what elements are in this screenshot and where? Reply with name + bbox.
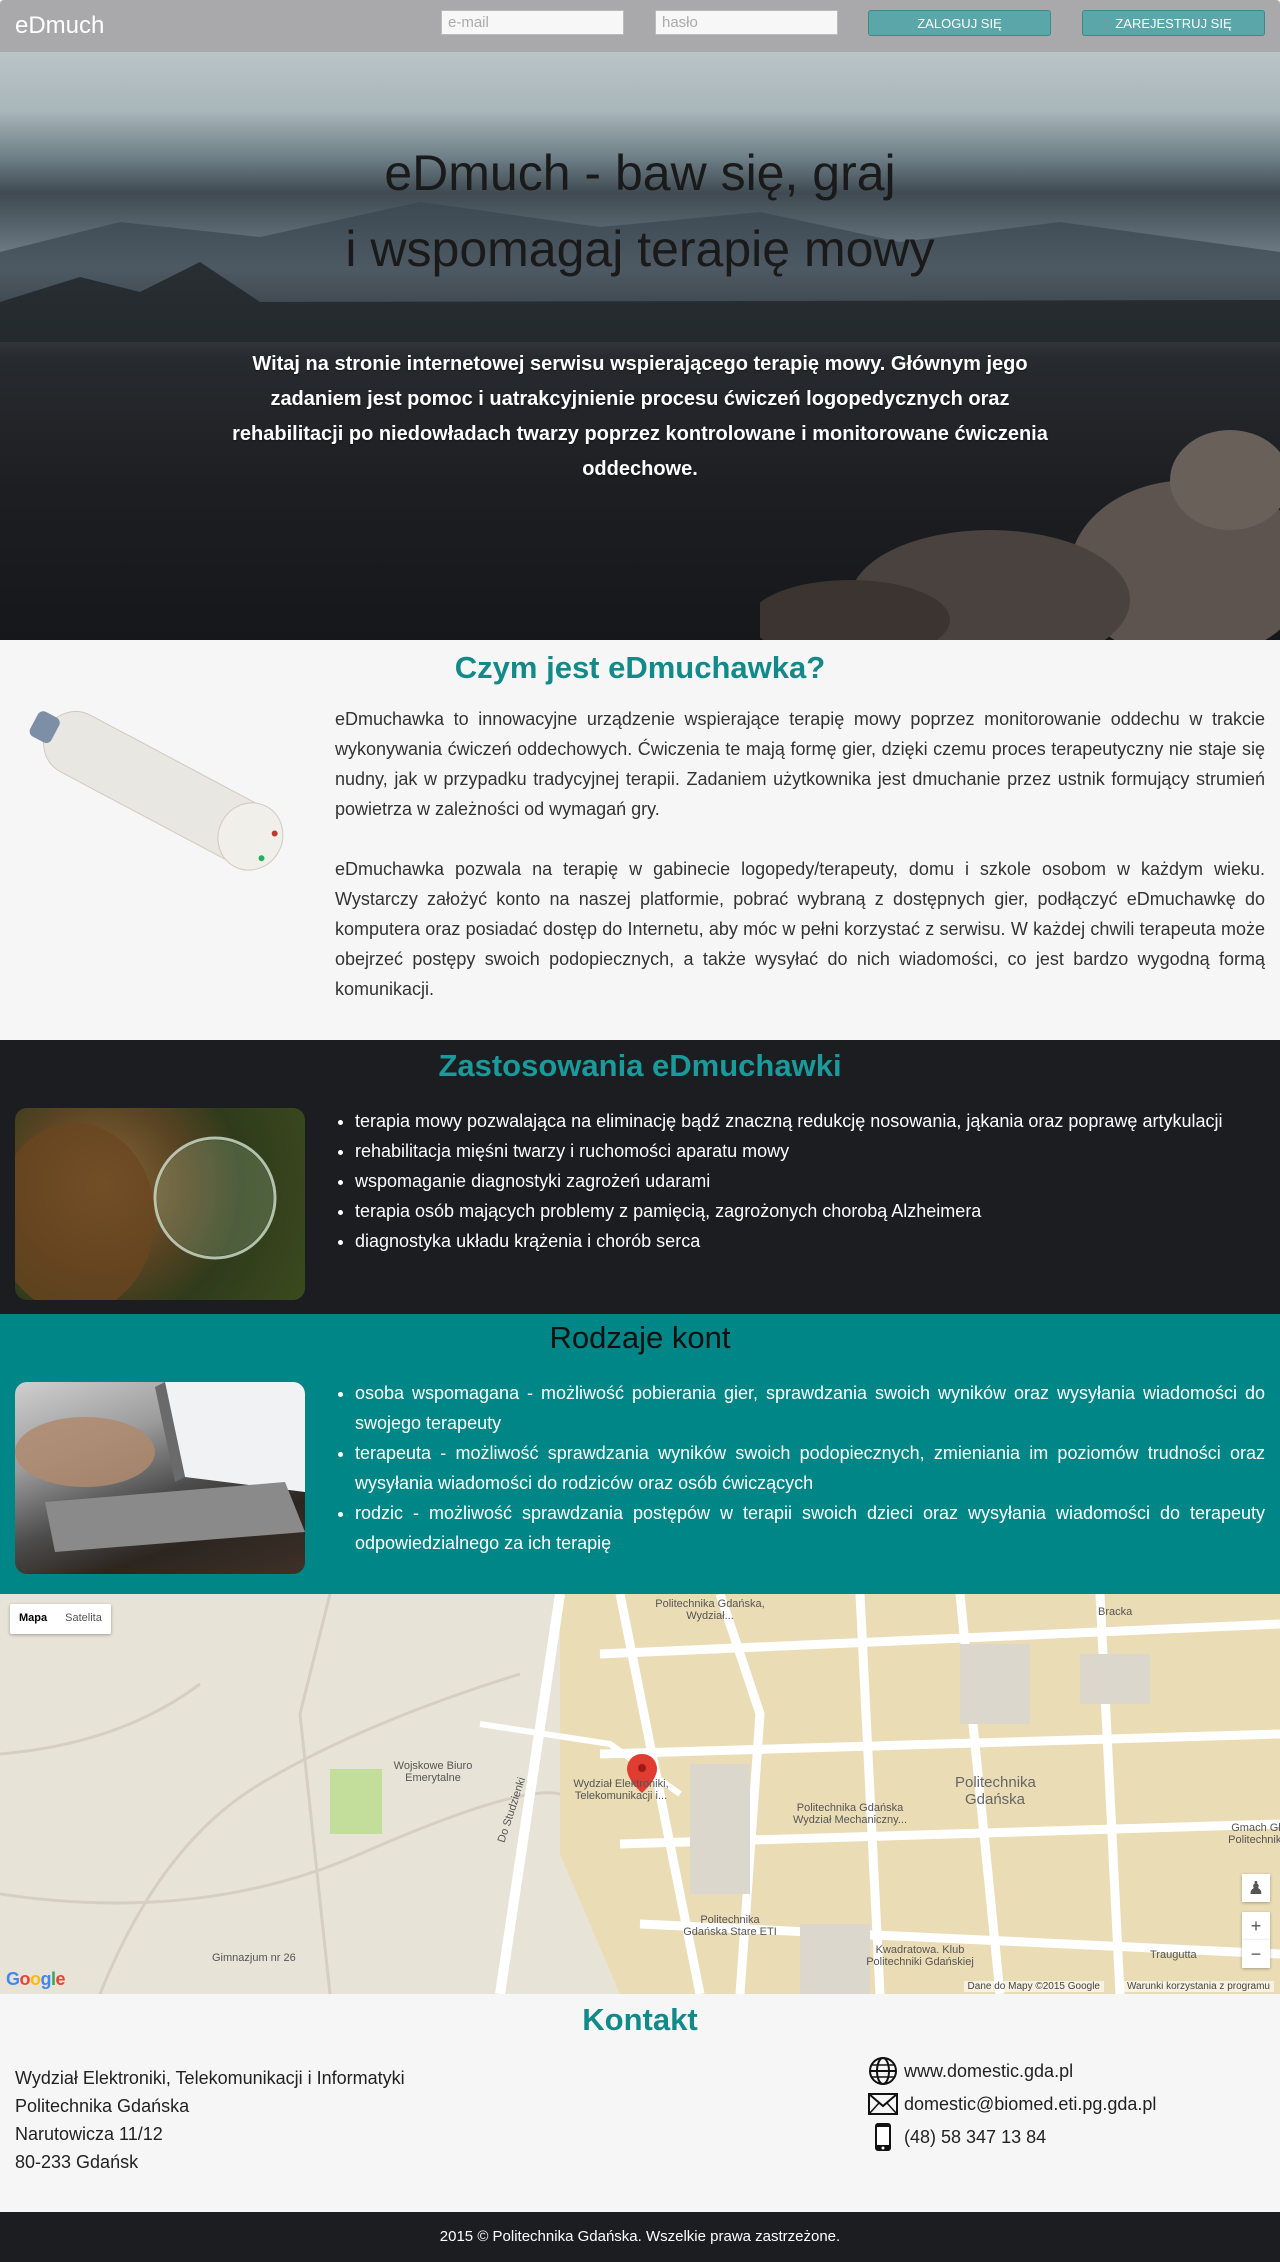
google-map[interactable]: Mapa Satelita Politechnika Gdańska, Wydz… [0, 1594, 1280, 1994]
map-label: Wydział Elektroniki, Telekomunikacji i..… [573, 1778, 669, 1802]
section-contact: Kontakt Wydział Elektroniki, Telekomunik… [0, 1994, 1280, 2212]
google-logo: Google [6, 1969, 66, 1989]
email-link[interactable]: domestic@biomed.eti.pg.gda.pl [904, 2094, 1156, 2115]
map-label: Gimnazjum nr 26 [212, 1952, 296, 1964]
password-input[interactable] [655, 10, 838, 35]
register-button[interactable]: ZAREJESTRUJ SIĘ [1082, 10, 1265, 36]
list-item: osoba wspomagana - możliwość pobierania … [355, 1378, 1265, 1438]
section-title-uses: Zastosowania eDmuchawki [438, 1048, 842, 1083]
map-type-control: Mapa Satelita [10, 1604, 111, 1634]
map-label: Politechnika Gdańska Wydział Mechaniczny… [792, 1802, 907, 1826]
navbar: eDmuch ZALOGUJ SIĘ ZAREJESTRUJ SIĘ [0, 0, 1280, 52]
map-label: Gmach Gł Politechniki [1228, 1822, 1280, 1846]
brand-logo[interactable]: eDmuch [15, 12, 104, 40]
section-title-accounts: Rodzaje kont [549, 1320, 731, 1355]
address-line: Politechnika Gdańska [15, 2096, 190, 2116]
soap-bubble-image [15, 1108, 305, 1300]
zoom-in-button[interactable]: + [1242, 1912, 1270, 1940]
footer-copyright: 2015 © Politechnika Gdańska. Wszelkie pr… [439, 2228, 841, 2245]
hero-banner: eDmuch - baw się, graj i wspomagaj terap… [0, 52, 1280, 640]
section-uses: Zastosowania eDmuchawki terapia mowy poz… [0, 1040, 1280, 1314]
map-attribution: Dane do Mapy ©2015 Google [963, 1981, 1104, 1992]
section-title-contact: Kontakt [582, 2002, 698, 2037]
list-item: terapeuta - możliwość sprawdzania wynikó… [355, 1438, 1265, 1498]
address-line: Wydział Elektroniki, Telekomunikacji i I… [15, 2068, 405, 2088]
contact-address: Wydział Elektroniki, Telekomunikacji i I… [15, 2064, 405, 2176]
hero-intro-text: Witaj na stronie internetowej serwisu ws… [232, 353, 1048, 480]
map-label: Politechnika Gdańska Stare ETI [683, 1914, 777, 1938]
list-item: diagnostyka układu krążenia i chorób ser… [355, 1226, 1265, 1256]
phone-number: (48) 58 347 13 84 [904, 2126, 1047, 2147]
section-what-is: Czym jest eDmuchawka? eDmuchawka to inno… [0, 640, 1280, 1040]
what-paragraph-2: eDmuchawka pozwala na terapię w gabineci… [335, 859, 1265, 999]
laptop-typing-image [15, 1382, 305, 1574]
hero-title-line1: eDmuch - baw się, graj [384, 145, 896, 201]
map-type-map-button[interactable]: Mapa [10, 1604, 56, 1634]
account-types-list: osoba wspomagana - możliwość pobierania … [355, 1378, 1265, 1558]
list-item: terapia osób mających problemy z pamięci… [355, 1196, 1265, 1226]
address-line: Narutowicza 11/12 [15, 2124, 163, 2144]
map-label: Traugutta [1150, 1949, 1197, 1961]
contact-email: domestic@biomed.eti.pg.gda.pl [866, 2089, 1156, 2119]
map-label: Politechnika Gdańska, Wydział... [655, 1598, 765, 1622]
zoom-out-button[interactable]: − [1242, 1940, 1270, 1968]
what-paragraph-1: eDmuchawka to innowacyjne urządzenie wsp… [335, 709, 1265, 819]
map-label: Politechnika Gdańska [955, 1774, 1036, 1808]
map-label: Bracka [1098, 1606, 1133, 1618]
contact-phone: (48) 58 347 13 84 [866, 2122, 1046, 2152]
section-title-what: Czym jest eDmuchawka? [454, 650, 826, 685]
list-item: terapia mowy pozwalająca na eliminację b… [355, 1106, 1265, 1136]
globe-icon [866, 2056, 900, 2086]
pegman-icon[interactable]: ♟ [1242, 1874, 1270, 1902]
hero-title-line2: i wspomagaj terapię mowy [345, 221, 935, 277]
footer: 2015 © Politechnika Gdańska. Wszelkie pr… [0, 2212, 1280, 2262]
website-link[interactable]: www.domestic.gda.pl [904, 2061, 1073, 2082]
list-item: wspomaganie diagnostyki zagrożeń udarami [355, 1166, 1265, 1196]
edmuchawka-device-image [29, 711, 284, 871]
uses-list: terapia mowy pozwalająca na eliminację b… [355, 1106, 1265, 1256]
map-type-satellite-button[interactable]: Satelita [56, 1604, 111, 1634]
map-label: Wojskowe Biuro Emerytalne [393, 1760, 473, 1784]
map-label: Kwadratowa. Klub Politechniki Gdańskiej [866, 1944, 974, 1968]
phone-icon [866, 2122, 900, 2152]
list-item: rehabilitacja mięśni twarzy i ruchomości… [355, 1136, 1265, 1166]
email-input[interactable] [441, 10, 624, 35]
contact-website: www.domestic.gda.pl [866, 2056, 1073, 2086]
map-terms-link[interactable]: Warunki korzystania z programu [1122, 1981, 1274, 1992]
address-line: 80-233 Gdańsk [15, 2152, 139, 2172]
envelope-icon [866, 2089, 900, 2119]
section-account-types: Rodzaje kont osoba wspomagana - możliwoś… [0, 1314, 1280, 1594]
list-item: rodzic - możliwość sprawdzania postępów … [355, 1498, 1265, 1558]
login-button[interactable]: ZALOGUJ SIĘ [868, 10, 1051, 36]
